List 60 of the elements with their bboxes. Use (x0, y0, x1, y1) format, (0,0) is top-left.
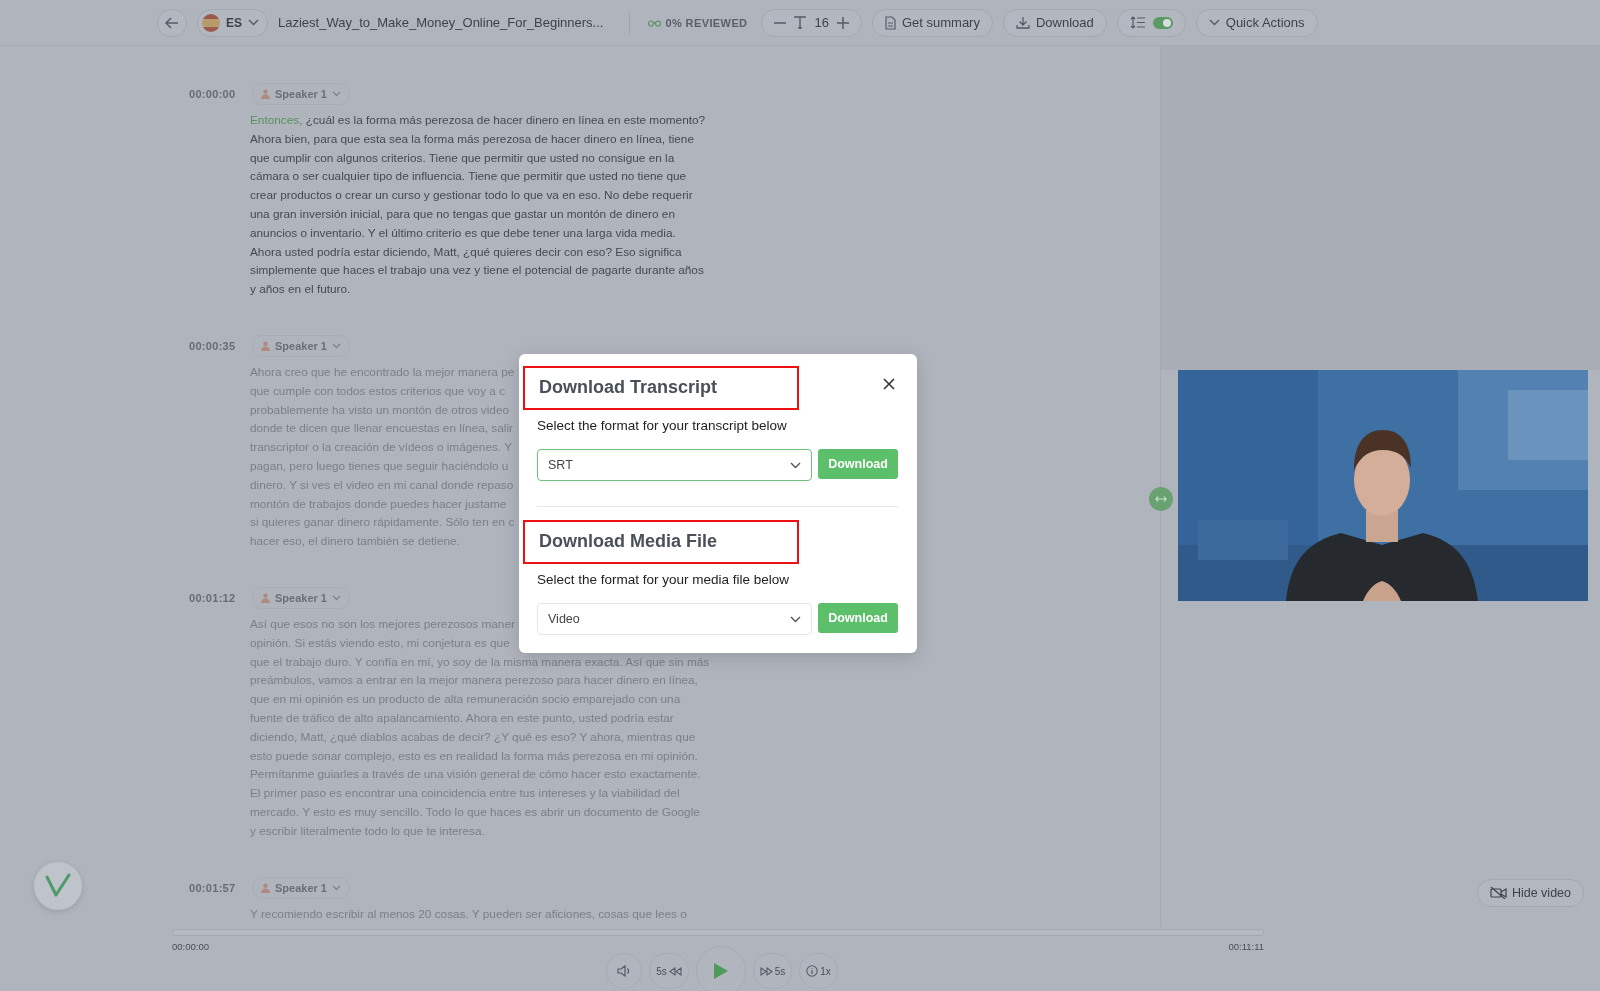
fast-forward-icon (759, 966, 773, 976)
timestamp: 00:01:57 (189, 881, 237, 894)
timestamp: 00:00:00 (189, 88, 237, 100)
chevron-down-icon (332, 884, 341, 891)
format-select[interactable]: Video (537, 603, 812, 635)
total-time: 00:11:11 (1228, 941, 1264, 952)
font-icon (794, 16, 807, 29)
minus-icon[interactable] (774, 21, 787, 24)
chevron-down-icon (790, 461, 801, 469)
download-button[interactable]: Download (1002, 8, 1107, 37)
chevron-down-icon (332, 594, 341, 601)
hide-video-button[interactable]: Hide video (1476, 879, 1584, 907)
back-button[interactable] (157, 8, 187, 37)
chevron-down-icon (332, 342, 341, 349)
flag-icon (202, 13, 220, 32)
section-title: Download Media File (523, 520, 799, 564)
person-icon (261, 89, 270, 99)
person-icon (261, 340, 270, 351)
person-icon (261, 882, 270, 893)
rewind-button[interactable]: 5s (649, 953, 689, 989)
document-icon (884, 15, 896, 30)
video-off-icon (1489, 887, 1507, 899)
file-title: Laziest_Way_to_Make_Money_Online_For_Beginners... (278, 15, 604, 30)
review-status: 0% REVIEWED (648, 16, 748, 29)
glasses-icon (648, 18, 662, 27)
close-icon[interactable] (881, 376, 897, 392)
chevron-down-icon (248, 19, 259, 26)
speed-button[interactable]: 1x (799, 953, 838, 989)
language-selector[interactable]: ES (197, 8, 268, 37)
get-summary-button[interactable]: Get summary (871, 8, 993, 37)
forward-button[interactable]: 5s (752, 953, 793, 989)
section-title: Download Transcript (523, 366, 799, 410)
current-time: 00:00:00 (172, 941, 209, 952)
font-size-value: 16 (814, 15, 829, 30)
download-button[interactable]: Download (818, 603, 898, 633)
resize-handle[interactable] (1149, 487, 1173, 511)
speaker-icon (617, 965, 632, 977)
transcript-paragraph: Entonces, ¿cuál es la forma más perezosa de hacer dinero en línea en este momento? Ahora bien, para que esta sea la forma más perezosa de hacer dinero en línea, tiene que cumplir con algunos criterios. Tiene que permitir que usted no consigue en la cámara o ser cualquier tipo de influencia. Tiene que permitir que usted no tiene que crear productos o crear un curso y gestionar todo lo que va en eso. No debe requerir una gran inversión inicial, para que no tengas que gastar un montón de dinero en anuncios o inventario. Y el último criterio es que debe tener una larga vida media. Ahora usted podría estar diciendo, Matt, ¿qué quieres decir con eso? Eso significa simplemente que haces el trabajo una vez y tiene el potencial de pagarte durante años y años en el futuro. (250, 112, 707, 299)
section-subtitle: Select the format for your media file below (537, 572, 791, 587)
play-button[interactable] (695, 946, 746, 991)
logo-icon[interactable] (34, 862, 82, 910)
rewind-icon (668, 966, 682, 976)
quick-actions-button[interactable]: Quick Actions (1195, 8, 1318, 37)
format-select[interactable]: SRT (537, 449, 812, 481)
timestamp: 00:00:35 (189, 339, 237, 352)
back-arrow-icon (165, 16, 179, 29)
chevron-down-icon (1208, 19, 1220, 26)
info-icon (806, 965, 819, 977)
download-icon (1015, 16, 1030, 29)
play-icon (712, 962, 729, 980)
plus-icon[interactable] (836, 16, 849, 29)
volume-button[interactable] (606, 953, 643, 989)
timestamp: 00:01:12 (189, 591, 237, 604)
person-icon (261, 592, 270, 603)
download-button[interactable]: Download (818, 449, 898, 479)
chevron-down-icon (332, 91, 341, 97)
toggle-switch[interactable] (1152, 16, 1173, 29)
line-spacing-icon (1129, 16, 1145, 29)
section-subtitle: Select the format for your transcript below (537, 418, 788, 433)
chevron-down-icon (790, 615, 801, 623)
